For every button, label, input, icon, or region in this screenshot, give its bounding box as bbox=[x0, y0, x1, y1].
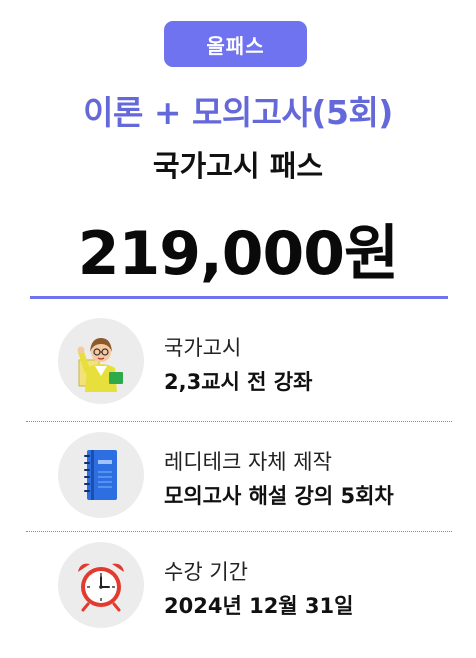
feature-item-course: 국가고시 2,3교시 전 강좌 bbox=[0, 300, 476, 408]
feature-item-period: 수강 기간 2024년 12월 31일 bbox=[0, 524, 476, 632]
all-pass-badge: 올패스 bbox=[164, 21, 307, 67]
product-subheadline: 국가고시 패스 bbox=[152, 149, 324, 183]
feature-item-mock-exam: 레디테크 자체 제작 모의고사 해설 강의 5회차 bbox=[0, 414, 476, 522]
notebook-icon bbox=[58, 432, 144, 518]
feature-detail: 2024년 12월 31일 bbox=[164, 594, 354, 618]
feature-title: 수강 기간 bbox=[164, 560, 248, 584]
feature-title: 레디테크 자체 제작 bbox=[164, 450, 332, 474]
teacher-icon bbox=[58, 318, 144, 404]
feature-title: 국가고시 bbox=[164, 336, 242, 360]
accent-divider bbox=[30, 296, 448, 299]
alarm-clock-icon bbox=[58, 542, 144, 628]
product-price: 219,000원 bbox=[77, 219, 399, 289]
feature-detail: 2,3교시 전 강좌 bbox=[164, 370, 313, 394]
feature-detail: 모의고사 해설 강의 5회차 bbox=[164, 484, 394, 508]
product-headline: 이론 + 모의고사(5회) bbox=[83, 93, 393, 132]
